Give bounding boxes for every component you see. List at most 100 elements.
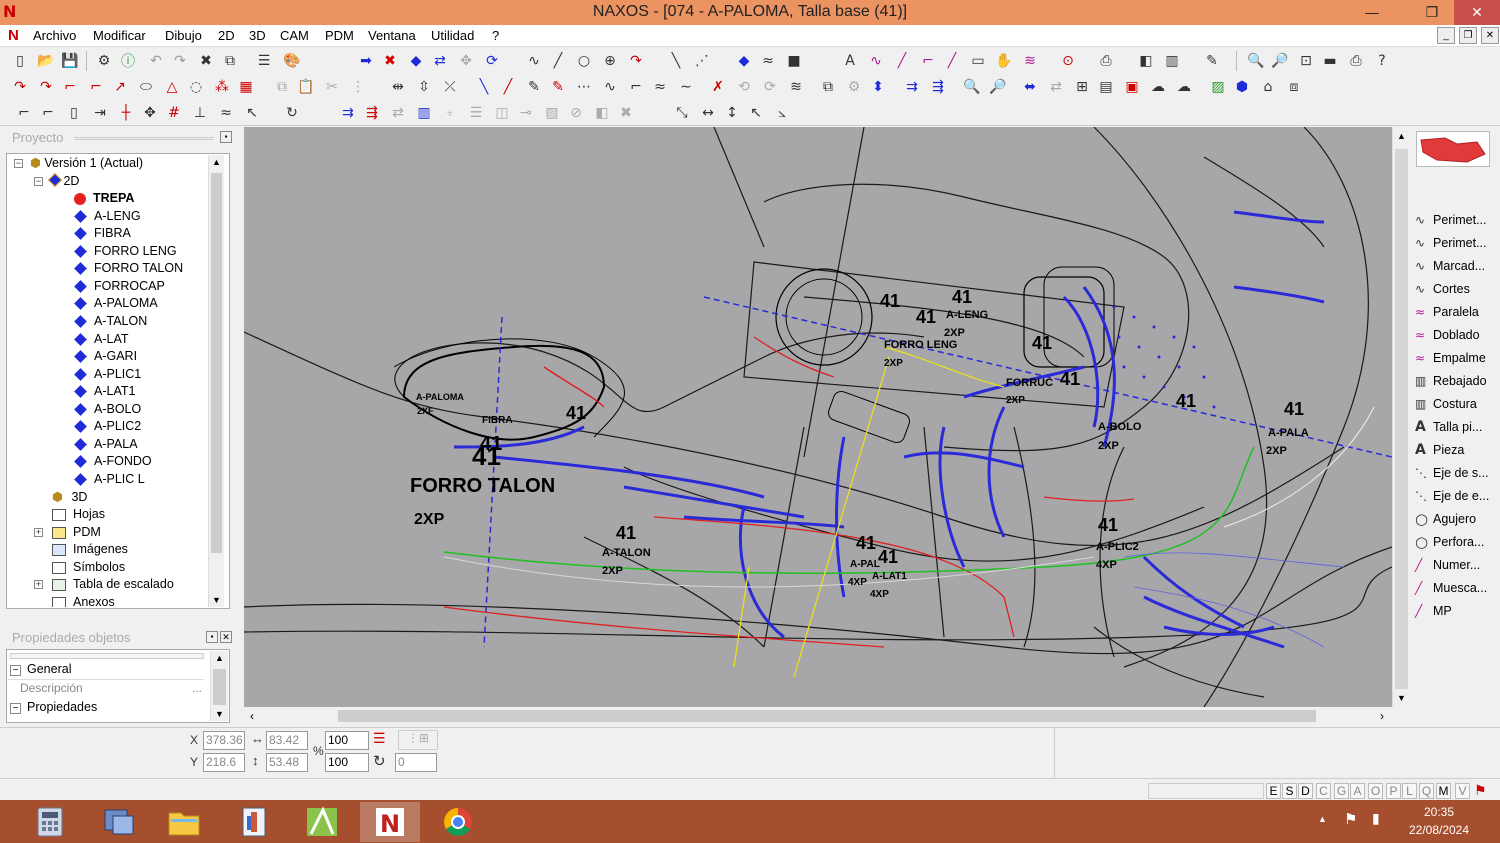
x-field[interactable]: 378.36 <box>203 731 245 750</box>
tool-eje-escalado[interactable]: ⋱ Eje de e... <box>1415 485 1489 507</box>
menu-utilidad[interactable]: Utilidad <box>431 28 474 43</box>
status-o[interactable]: O <box>1368 783 1383 799</box>
menu-ventana[interactable]: Ventana <box>368 28 416 43</box>
slash2-icon[interactable]: ⤡ <box>672 103 692 123</box>
tool-perimetro-1[interactable]: ∿ Perimet... <box>1415 209 1487 231</box>
palette-icon[interactable]: 🎨 <box>282 51 302 71</box>
wave-icon[interactable]: ≈ <box>758 51 778 71</box>
arrow-up-right-icon[interactable]: ↗ <box>110 77 130 97</box>
zoom-fit-icon[interactable]: 🔍 <box>1246 51 1266 71</box>
tree-2d[interactable]: 2D <box>63 174 79 188</box>
paste-icon[interactable]: 📋 <box>296 77 316 97</box>
grey-arrows-icon[interactable]: ⇄ <box>1046 77 1066 97</box>
menu-2d[interactable]: 2D <box>218 28 235 43</box>
redo-icon[interactable]: ↷ <box>170 51 190 71</box>
menu-help[interactable]: ? <box>492 28 499 43</box>
tree-anexos[interactable]: Anexos <box>73 595 115 607</box>
corner-2-icon[interactable]: ⌐ <box>86 77 106 97</box>
menu-archivo[interactable]: Archivo <box>33 28 76 43</box>
rotate-icon[interactable]: ⟳ <box>482 51 502 71</box>
angle-field[interactable]: 0 <box>395 753 437 772</box>
status-d[interactable]: D <box>1298 783 1313 799</box>
hash-icon[interactable]: # <box>164 103 184 123</box>
text-icon[interactable]: A <box>840 51 860 71</box>
tool-pieza[interactable]: A Pieza <box>1415 439 1464 461</box>
tool-muesca[interactable]: ╱ Muesca... <box>1415 577 1487 599</box>
dash-icon[interactable]: ⋯ <box>574 77 594 97</box>
copy2-icon[interactable]: ⧉ <box>272 77 292 97</box>
tree-piece[interactable]: A-PALOMA <box>94 296 158 310</box>
tool-agujero[interactable]: ○ Agujero <box>1415 508 1476 530</box>
height-field[interactable]: 53.48 <box>266 753 308 772</box>
tree-simbolos[interactable]: Símbolos <box>73 560 125 574</box>
taskbar-naxos[interactable]: N <box>360 802 420 842</box>
cube-icon[interactable]: ⬢ <box>1232 77 1252 97</box>
tool-talla-pieza[interactable]: A Talla pi... <box>1415 416 1482 438</box>
mdi-restore-button[interactable]: ❐ <box>1459 27 1477 44</box>
cut-icon[interactable]: ✂ <box>322 77 342 97</box>
tool-marcado[interactable]: ∿ Marcad... <box>1415 255 1485 277</box>
drawing-canvas[interactable]: A-PALOMA 2XF FIBRA 41 41 41 FORRO TALON … <box>244 127 1392 707</box>
tree-piece[interactable]: FORROCAP <box>94 279 165 293</box>
tool-costura[interactable]: ▥ Costura <box>1415 393 1477 415</box>
panel-pin-button[interactable]: ▪ <box>220 131 232 143</box>
loop-icon[interactable]: ◌ <box>186 77 206 97</box>
vdim-icon[interactable]: ↕ <box>722 103 742 123</box>
box-icon[interactable]: ▨ <box>542 103 562 123</box>
columns-icon[interactable]: ◫ <box>492 103 512 123</box>
rotate-tool-icon[interactable]: ↻ <box>373 752 386 770</box>
arrows-icon[interactable]: ⇉ <box>902 77 922 97</box>
taskbar-app4[interactable] <box>224 802 284 842</box>
pen-red-icon[interactable]: ✎ <box>548 77 568 97</box>
target-icon[interactable]: ⊙ <box>1058 51 1078 71</box>
mirror-icon[interactable]: ⇹ <box>388 77 408 97</box>
hdim-icon[interactable]: ↔ <box>698 103 718 123</box>
tree-piece[interactable]: FORRO TALON <box>94 261 183 275</box>
nodes-icon[interactable]: ⋰ <box>692 51 712 71</box>
status-l[interactable]: L <box>1402 783 1417 799</box>
ruler-icon[interactable]: ▬ <box>1320 51 1340 71</box>
width-field[interactable]: 83.42 <box>266 731 308 750</box>
status-p[interactable]: P <box>1386 783 1401 799</box>
properties-scrollbar[interactable]: ▲ ▼ <box>210 651 228 721</box>
arrows-grey-icon[interactable]: ⇄ <box>388 103 408 123</box>
blue-arrows-icon[interactable]: ⬌ <box>1020 77 1040 97</box>
tree-piece-trepa[interactable]: TREPA <box>93 191 134 205</box>
step-icon[interactable]: ⌐ <box>626 77 646 97</box>
x-icon[interactable]: ✖ <box>616 103 636 123</box>
tool-cortes[interactable]: ∿ Cortes <box>1415 278 1470 300</box>
corner4-icon[interactable]: ⌐ <box>38 103 58 123</box>
help-icon[interactable]: ? <box>1372 51 1392 71</box>
wave3-icon[interactable]: ≋ <box>786 77 806 97</box>
move-icon[interactable]: ✥ <box>456 51 476 71</box>
link-icon[interactable]: ⊘ <box>566 103 586 123</box>
tool-paralela[interactable]: ≈ Paralela <box>1415 301 1479 323</box>
tree-piece[interactable]: A-LENG <box>94 209 141 223</box>
triangle-icon[interactable]: △ <box>162 77 182 97</box>
spiral-icon[interactable]: ≈ <box>216 103 236 123</box>
tool-numerado[interactable]: ╱ Numer... <box>1415 554 1480 576</box>
properties-close-button[interactable]: ✕ <box>220 631 232 643</box>
mdi-minimize-button[interactable]: _ <box>1437 27 1455 44</box>
tree-piece[interactable]: A-PALA <box>94 437 138 451</box>
taskbar-explorer[interactable] <box>154 802 214 842</box>
arc-red-icon[interactable]: ↷ <box>10 77 30 97</box>
scroll-down-icon[interactable]: ▼ <box>212 595 221 605</box>
hook-icon[interactable]: ⌐ <box>918 51 938 71</box>
minimize-button[interactable]: — <box>1356 0 1388 25</box>
tree-piece[interactable]: FORRO LENG <box>94 244 177 258</box>
menu-pdm[interactable]: PDM <box>325 28 354 43</box>
tool-rebajado[interactable]: ▥ Rebajado <box>1415 370 1487 392</box>
info-icon[interactable]: ⓘ <box>118 51 138 71</box>
tree-piece[interactable]: A-PLIC2 <box>94 419 141 433</box>
tree-piece[interactable]: A-PLIC L <box>94 472 145 486</box>
point-icon[interactable]: ⊕ <box>600 51 620 71</box>
cloud-icon[interactable]: ☁ <box>1148 77 1168 97</box>
tool-mp[interactable]: ╱ MP <box>1415 600 1452 622</box>
tree-tabla-escalado[interactable]: Tabla de escalado <box>73 577 174 591</box>
status-m[interactable]: M <box>1436 783 1451 799</box>
measure-icon[interactable]: ✗ <box>708 77 728 97</box>
new-icon[interactable]: ▯ <box>10 51 30 71</box>
delete-icon[interactable]: ✖ <box>196 51 216 71</box>
tree-piece[interactable]: A-BOLO <box>94 402 141 416</box>
